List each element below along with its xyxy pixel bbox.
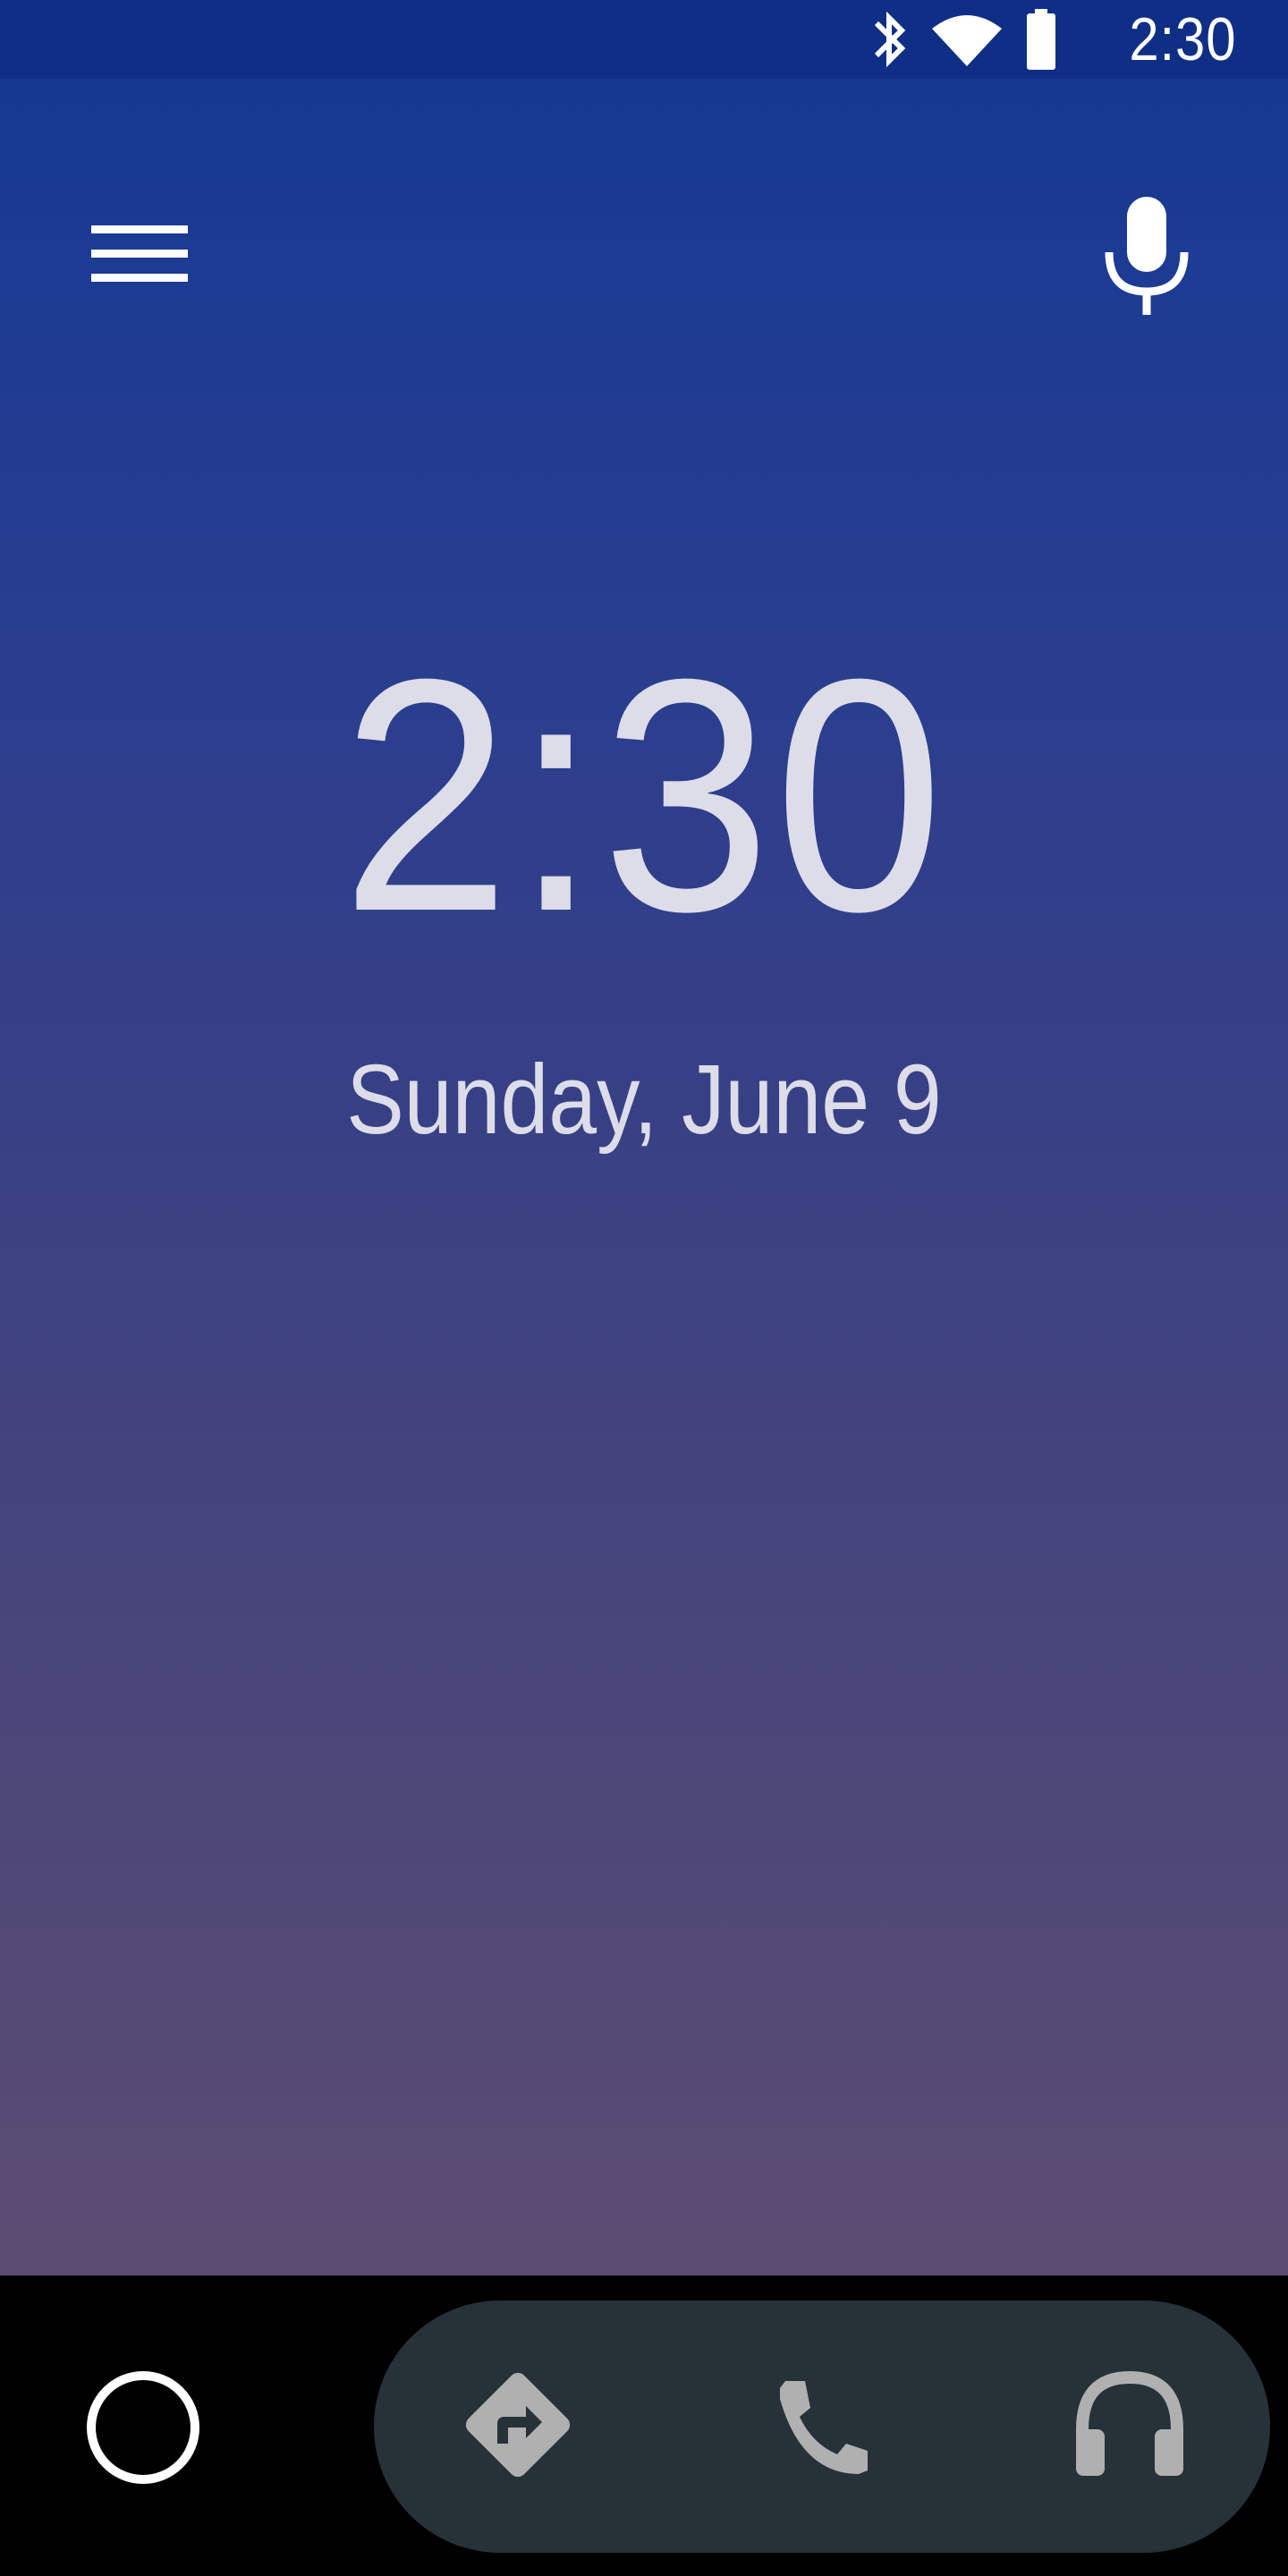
phone-icon: [780, 2381, 868, 2474]
home-button[interactable]: [82, 2367, 204, 2488]
app-dock: [374, 2301, 1270, 2553]
clock-time: 2:30: [341, 611, 947, 980]
directions-icon: [465, 2372, 571, 2478]
navigation-app-button[interactable]: [451, 2358, 585, 2492]
phone-app-button[interactable]: [755, 2358, 889, 2492]
status-bar-time: 2:30: [1129, 5, 1236, 73]
media-app-button[interactable]: [1063, 2358, 1197, 2492]
voice-search-button[interactable]: [1084, 188, 1209, 322]
home-circle-icon: [87, 2371, 199, 2484]
android-auto-home-screen: 2:30 2:30 Sunday, June 9: [0, 0, 1288, 2576]
bottom-navigation-bar: [0, 2275, 1288, 2576]
battery-icon: [1027, 9, 1055, 70]
status-bar: 2:30: [0, 0, 1288, 79]
wifi-icon: [932, 15, 1002, 66]
clock-date: Sunday, June 9: [346, 1045, 942, 1155]
menu-button[interactable]: [82, 208, 204, 301]
headphones-icon: [1076, 2370, 1183, 2476]
bluetooth-icon: [874, 11, 906, 68]
microphone-icon: [1105, 197, 1189, 315]
hamburger-menu-icon: [91, 225, 188, 282]
